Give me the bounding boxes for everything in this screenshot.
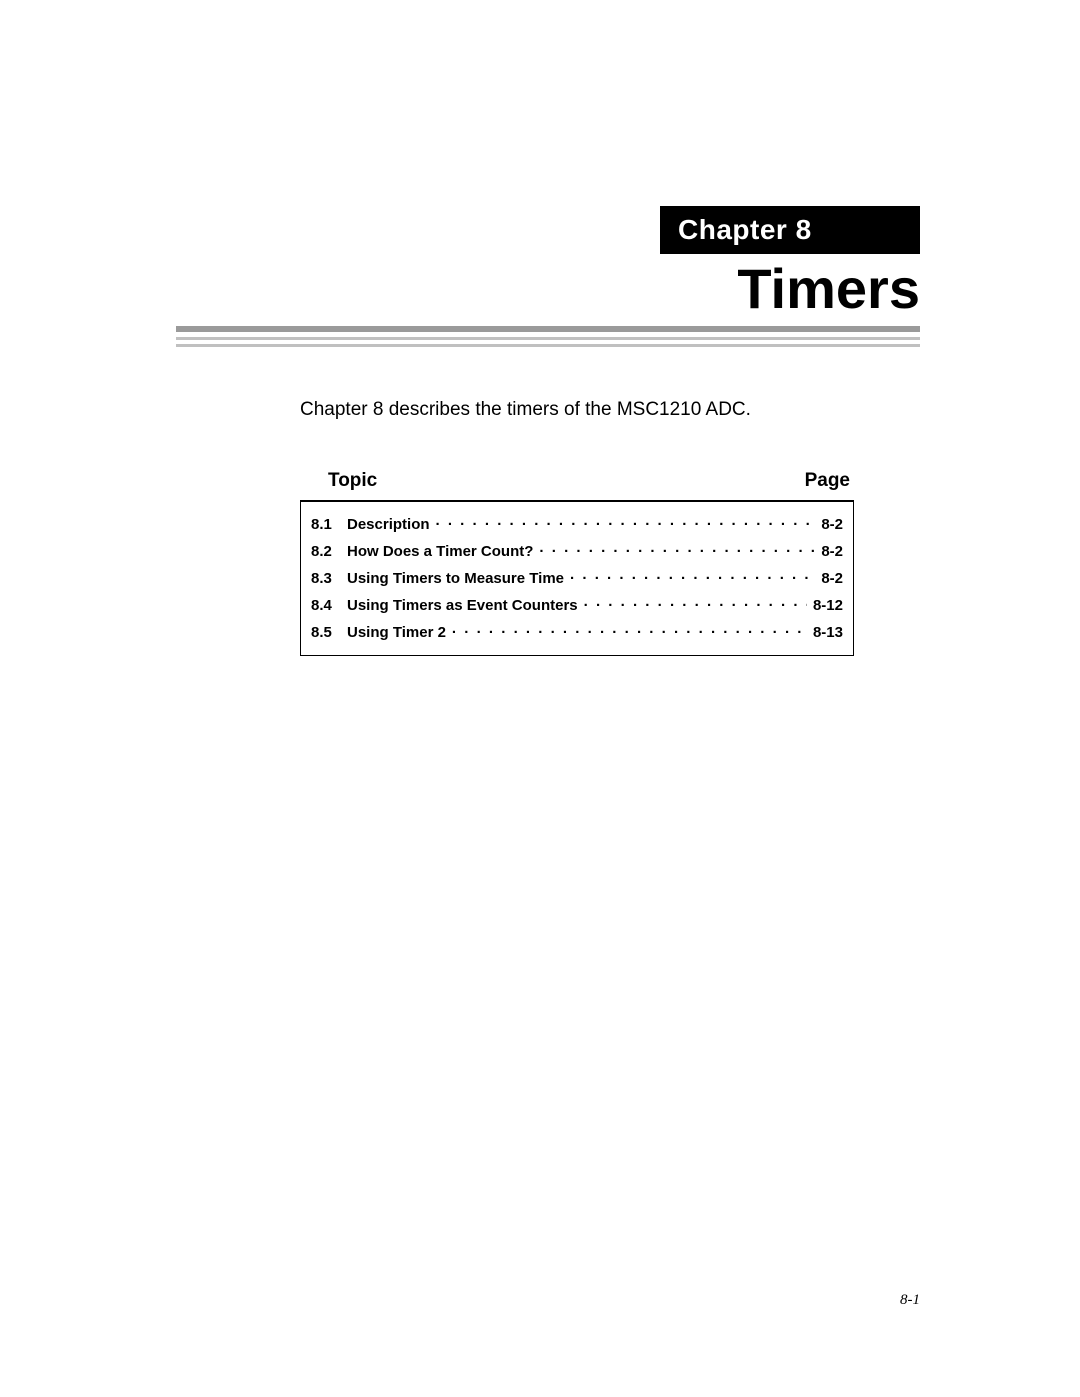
- toc-num: 8.3: [311, 570, 347, 587]
- toc-header-topic: Topic: [328, 470, 377, 492]
- separator-rules: [176, 326, 920, 351]
- toc-dots: [436, 514, 816, 529]
- rule-thin-1: [176, 337, 920, 340]
- chapter-intro: Chapter 8 describes the timers of the MS…: [300, 398, 854, 423]
- toc-body: 8.1 Description 8-2 8.2 How Does a Timer…: [300, 502, 854, 656]
- toc-title: Description: [347, 516, 430, 533]
- toc-row: 8.5 Using Timer 2 8-13: [311, 618, 843, 645]
- toc-dots: [584, 595, 807, 610]
- toc-num: 8.1: [311, 516, 347, 533]
- toc-page: 8-13: [813, 624, 843, 641]
- toc-title: Using Timers to Measure Time: [347, 570, 564, 587]
- toc-title: Using Timer 2: [347, 624, 446, 641]
- toc-title: Using Timers as Event Counters: [347, 597, 578, 614]
- rule-thick: [176, 326, 920, 332]
- toc-num: 8.4: [311, 597, 347, 614]
- toc-dots: [539, 541, 815, 556]
- toc-row: 8.2 How Does a Timer Count? 8-2: [311, 537, 843, 564]
- toc-num: 8.2: [311, 543, 347, 560]
- toc-row: 8.4 Using Timers as Event Counters 8-12: [311, 591, 843, 618]
- page: Chapter 8 Timers Chapter 8 describes the…: [0, 0, 1080, 1397]
- toc-dots: [452, 622, 807, 637]
- chapter-banner: Chapter 8: [660, 206, 920, 254]
- toc-row: 8.3 Using Timers to Measure Time 8-2: [311, 564, 843, 591]
- chapter-title: Timers: [737, 256, 920, 321]
- toc-dots: [570, 568, 815, 583]
- toc-header-page: Page: [805, 470, 850, 492]
- toc-page: 8-2: [821, 570, 843, 587]
- toc-num: 8.5: [311, 624, 347, 641]
- toc-header: Topic Page: [300, 470, 854, 502]
- rule-thin-2: [176, 344, 920, 347]
- page-number-footer: 8-1: [900, 1292, 920, 1309]
- toc-page: 8-2: [821, 543, 843, 560]
- table-of-contents: Topic Page 8.1 Description 8-2 8.2 How D…: [300, 470, 854, 656]
- toc-page: 8-12: [813, 597, 843, 614]
- toc-row: 8.1 Description 8-2: [311, 510, 843, 537]
- toc-title: How Does a Timer Count?: [347, 543, 533, 560]
- toc-page: 8-2: [821, 516, 843, 533]
